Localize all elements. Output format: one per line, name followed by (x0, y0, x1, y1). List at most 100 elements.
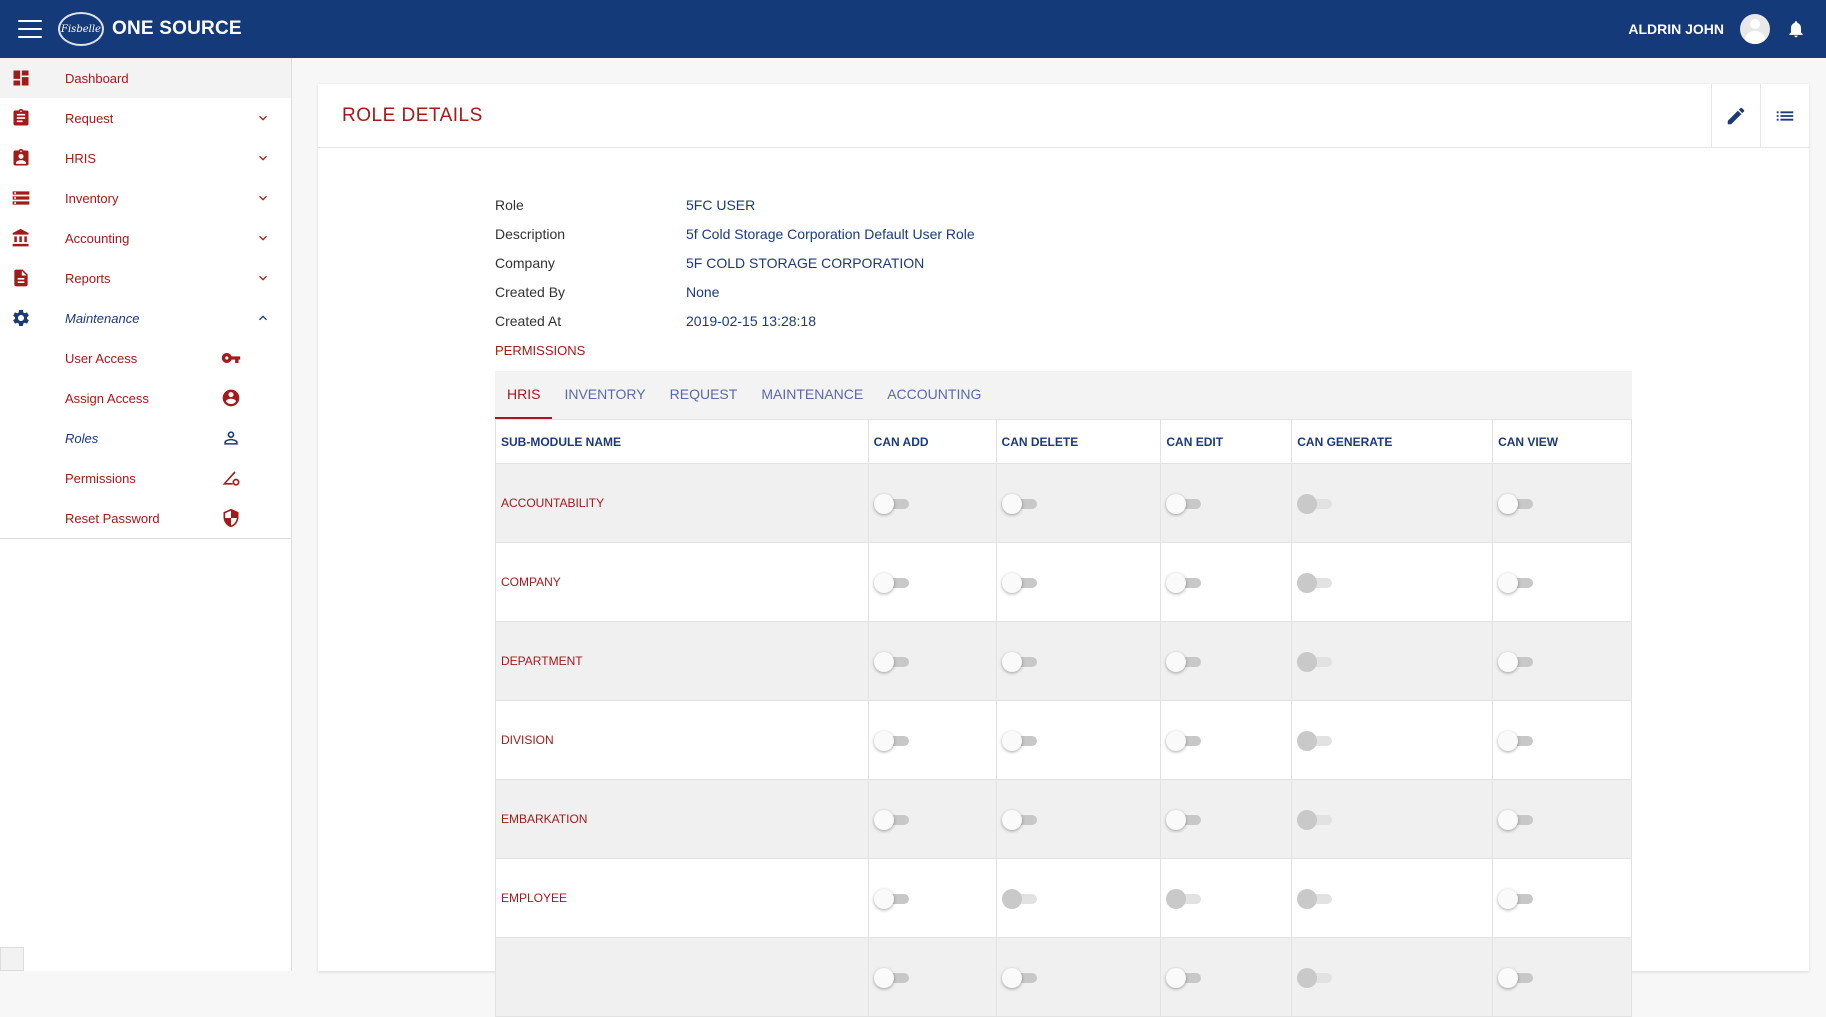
avatar[interactable] (1740, 14, 1770, 44)
permission-toggle[interactable] (1166, 730, 1202, 751)
permission-toggle[interactable] (1498, 809, 1534, 830)
toggle-knob (1498, 573, 1519, 593)
permission-toggle (1297, 888, 1333, 909)
toggle-knob (1166, 573, 1187, 593)
table-cell (1160, 937, 1293, 1017)
permission-toggle[interactable] (1498, 967, 1534, 988)
bell-icon[interactable] (1786, 19, 1806, 39)
table-row: EMBARKATION (495, 779, 1632, 859)
menu-icon[interactable] (18, 20, 42, 38)
toggle-knob (873, 810, 894, 830)
chevron-down-icon (259, 155, 267, 161)
permission-toggle[interactable] (1498, 651, 1534, 672)
table-cell: DIVISION (495, 700, 869, 780)
dashboard-icon (11, 68, 31, 88)
sub-module-name: COMPANY (501, 575, 561, 589)
corner-widget[interactable] (0, 947, 24, 971)
table-cell (867, 542, 997, 622)
permission-toggle[interactable] (1166, 651, 1202, 672)
table-cell (995, 779, 1162, 859)
sidebar-subitem-reset-password[interactable]: Reset Password (0, 498, 291, 538)
permission-toggle[interactable] (1166, 809, 1202, 830)
table-cell (1160, 700, 1293, 780)
table-cell (1492, 779, 1632, 859)
chevron-down-icon (259, 235, 267, 241)
tab-inventory[interactable]: INVENTORY (552, 371, 657, 419)
table-cell (495, 937, 869, 1017)
tab-maintenance[interactable]: MAINTENANCE (749, 371, 875, 419)
list-view-button[interactable] (1760, 84, 1809, 148)
sidebar-item-reports[interactable]: Reports (0, 258, 291, 298)
table-cell (867, 779, 997, 859)
user-name[interactable]: ALDRIN JOHN (1628, 21, 1724, 37)
sidebar-item-label: Reports (65, 270, 111, 286)
permission-toggle[interactable] (1498, 888, 1534, 909)
tab-request[interactable]: REQUEST (658, 371, 750, 419)
permission-toggle[interactable] (873, 572, 910, 593)
permission-toggle[interactable] (1001, 967, 1038, 988)
sidebar: Dashboard Request HRIS Inventory Account… (0, 58, 292, 971)
permission-toggle (1001, 888, 1038, 909)
sidebar-item-hris[interactable]: HRIS (0, 138, 291, 178)
tab-hris[interactable]: HRIS (495, 371, 553, 419)
sidebar-item-accounting[interactable]: Accounting (0, 218, 291, 258)
permission-toggle[interactable] (873, 651, 910, 672)
permission-toggle[interactable] (1498, 730, 1534, 751)
table-cell (1160, 542, 1293, 622)
storage-icon (11, 188, 31, 208)
sidebar-item-label: Accounting (65, 230, 130, 246)
clipboard-icon (11, 108, 31, 128)
table-row: COMPANY (495, 542, 1632, 622)
table-cell (1492, 542, 1632, 622)
permission-toggle[interactable] (873, 730, 910, 751)
sidebar-subitem-roles[interactable]: Roles (0, 418, 291, 458)
detail-value: 5f Cold Storage Corporation Default User… (686, 225, 975, 242)
sidebar-subitem-user-access[interactable]: User Access (0, 338, 291, 378)
toggle-knob (1297, 889, 1318, 909)
permission-toggle (1297, 572, 1333, 593)
sidebar-subitem-permissions[interactable]: Permissions (0, 458, 291, 498)
column-header: CAN ADD (867, 419, 997, 464)
permission-toggle[interactable] (1001, 572, 1038, 593)
permission-toggle[interactable] (1166, 967, 1202, 988)
permission-toggle[interactable] (1498, 493, 1534, 514)
table-cell (995, 542, 1162, 622)
edit-button[interactable] (1711, 84, 1760, 148)
detail-label: Role (495, 196, 524, 213)
permission-toggle[interactable] (1166, 572, 1202, 593)
table-cell (1291, 700, 1494, 780)
sidebar-item-request[interactable]: Request (0, 98, 291, 138)
detail-label: Description (495, 225, 566, 242)
table-row: ACCOUNTABILITY (495, 463, 1632, 543)
table-cell (1160, 621, 1293, 701)
table-cell: EMPLOYEE (495, 858, 869, 938)
table-cell (1291, 542, 1494, 622)
permission-toggle[interactable] (1498, 572, 1534, 593)
detail-row-company: Company 5F COLD STORAGE CORPORATION (495, 248, 975, 277)
permission-toggle[interactable] (1001, 730, 1038, 751)
permission-toggle[interactable] (1001, 493, 1038, 514)
permissions-table: SUB-MODULE NAME CAN ADD CAN DELETE CAN E… (495, 419, 1632, 1017)
permission-toggle[interactable] (1001, 651, 1038, 672)
toggle-knob (1001, 968, 1022, 988)
permission-toggle[interactable] (1001, 809, 1038, 830)
sidebar-item-maintenance[interactable]: Maintenance (0, 298, 291, 338)
permission-toggle[interactable] (873, 888, 910, 909)
toggle-knob (1498, 652, 1519, 672)
permission-toggle (1166, 888, 1202, 909)
permission-toggle[interactable] (873, 809, 910, 830)
sidebar-item-dashboard[interactable]: Dashboard (0, 58, 291, 98)
toggle-knob (1297, 573, 1318, 593)
permission-toggle[interactable] (1166, 493, 1202, 514)
table-cell (1291, 463, 1494, 543)
column-header: CAN GENERATE (1291, 419, 1494, 464)
sidebar-item-inventory[interactable]: Inventory (0, 178, 291, 218)
tab-accounting[interactable]: ACCOUNTING (875, 371, 993, 419)
table-cell (1160, 858, 1293, 938)
permission-toggle[interactable] (873, 967, 910, 988)
sidebar-item-label: HRIS (65, 150, 97, 166)
permission-toggle[interactable] (873, 493, 910, 514)
sidebar-subitem-assign-access[interactable]: Assign Access (0, 378, 291, 418)
sub-module-name: EMPLOYEE (501, 891, 568, 905)
toggle-knob (1297, 968, 1318, 988)
